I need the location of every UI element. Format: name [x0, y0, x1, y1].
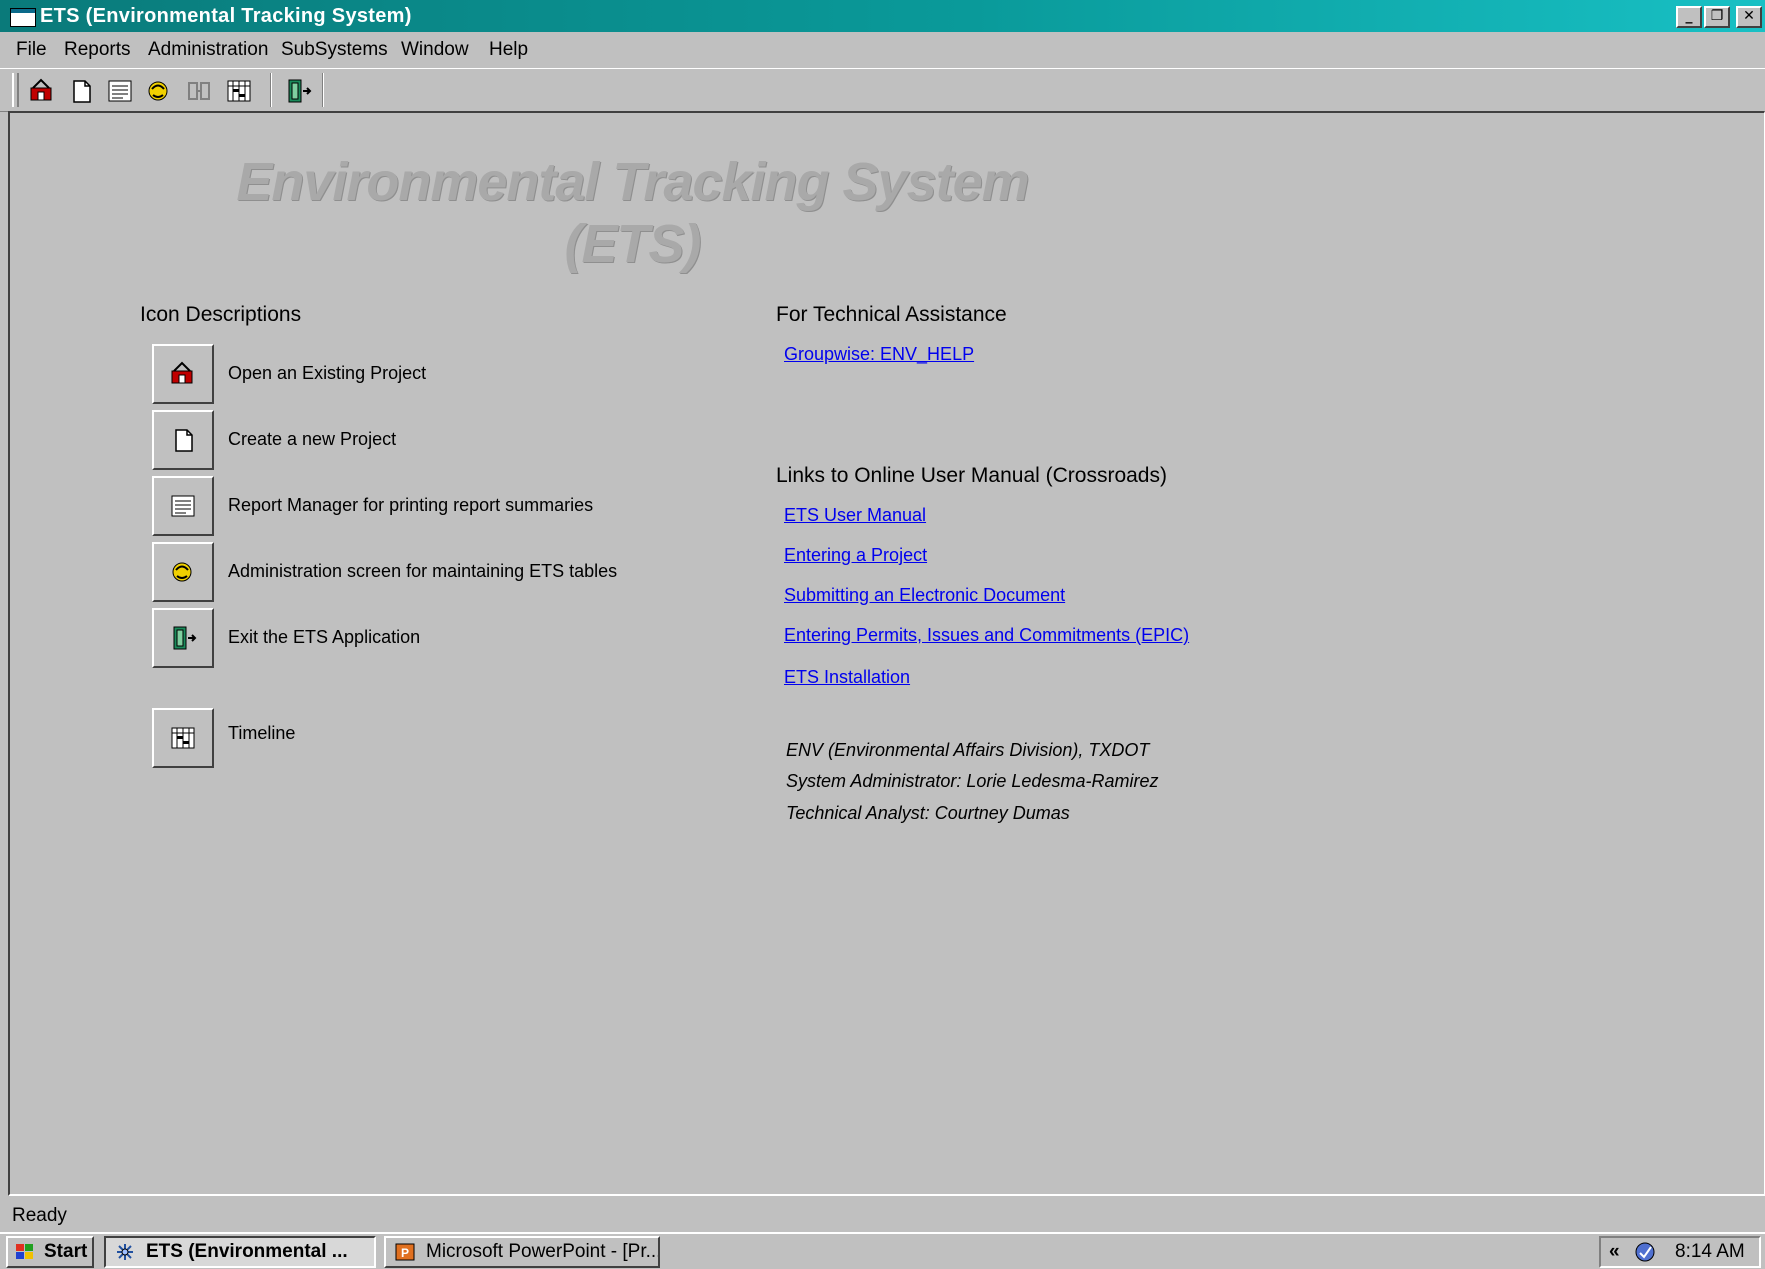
menu-reports[interactable]: Reports	[64, 39, 131, 61]
open-project-icon	[171, 361, 193, 384]
app-window-icon[interactable]	[10, 8, 36, 27]
exit-button[interactable]	[152, 608, 214, 668]
tray-chevron[interactable]: «	[1609, 1241, 1620, 1263]
window-title: ETS (Environmental Tracking System)	[40, 5, 412, 27]
icon-description-label: Open an Existing Project	[228, 363, 427, 383]
ets-app-icon	[117, 1244, 133, 1260]
start-button[interactable]: Start	[6, 1236, 94, 1268]
administration-icon	[172, 562, 192, 582]
toolbar-separator	[322, 73, 324, 107]
entering-project-link[interactable]: Entering a Project	[784, 545, 927, 566]
icon-description-label: Administration screen for maintaining ET…	[228, 561, 618, 581]
banner-subtitle: (ETS)	[564, 214, 702, 274]
main-content: Environmental Tracking System (ETS) Icon…	[8, 111, 1765, 1196]
taskbar-item-label: Microsoft PowerPoint - [Pr...	[426, 1241, 660, 1262]
menu-help[interactable]: Help	[489, 39, 528, 61]
exit-icon[interactable]	[283, 76, 313, 106]
icon-description-label: Timeline	[228, 723, 296, 743]
toolbar-grip[interactable]	[12, 73, 19, 107]
windows-logo-icon	[16, 1244, 33, 1259]
menu-bar: File Reports Administration SubSystems W…	[0, 32, 1765, 68]
credit-technical-analyst: Technical Analyst: Courtney Dumas	[786, 803, 1070, 823]
system-tray: « 8:14 AM	[1599, 1236, 1761, 1268]
new-project-icon	[175, 429, 193, 452]
timeline-button[interactable]	[152, 708, 214, 768]
report-manager-button[interactable]	[152, 476, 214, 536]
menu-administration[interactable]: Administration	[148, 39, 268, 61]
entering-permits-link[interactable]: Entering Permits, Issues and Commitments…	[784, 625, 1189, 646]
open-project-button[interactable]	[152, 344, 214, 404]
toolbar-separator	[270, 73, 272, 107]
exit-icon	[173, 626, 197, 650]
subsystems-icon[interactable]	[184, 76, 214, 106]
report-manager-icon[interactable]	[105, 76, 135, 106]
menu-subsystems[interactable]: SubSystems	[281, 39, 388, 61]
icon-descriptions-heading: Icon Descriptions	[140, 303, 302, 326]
technical-assistance-heading: For Technical Assistance	[776, 303, 1007, 326]
start-label: Start	[44, 1241, 88, 1262]
banner-title: Environmental Tracking System	[236, 152, 1029, 212]
close-button[interactable]: ✕	[1736, 6, 1762, 28]
manual-links-heading: Links to Online User Manual (Crossroads)	[776, 464, 1167, 487]
timeline-icon[interactable]	[224, 76, 254, 106]
ets-installation-link[interactable]: ETS Installation	[784, 667, 910, 688]
taskbar-item-label: ETS (Environmental ...	[146, 1241, 348, 1262]
svg-text:P: P	[401, 1246, 409, 1260]
menu-file[interactable]: File	[16, 39, 47, 61]
toolbar	[0, 68, 1765, 112]
open-project-icon[interactable]	[27, 76, 57, 106]
administration-button[interactable]	[152, 542, 214, 602]
icon-description-label: Create a new Project	[228, 429, 397, 449]
taskbar-item-powerpoint[interactable]: P Microsoft PowerPoint - [Pr...	[384, 1236, 660, 1268]
status-text: Ready	[12, 1205, 67, 1226]
clock[interactable]: 8:14 AM	[1675, 1241, 1745, 1263]
credit-system-administrator: System Administrator: Lorie Ledesma-Rami…	[786, 771, 1159, 791]
report-manager-icon	[171, 495, 195, 517]
new-project-icon[interactable]	[66, 76, 96, 106]
minimize-button[interactable]: _	[1676, 6, 1702, 28]
icon-description-label: Report Manager for printing report summa…	[228, 495, 594, 515]
groupwise-help-link[interactable]: Groupwise: ENV_HELP	[784, 344, 974, 365]
icon-description-label: Exit the ETS Application	[228, 627, 421, 647]
timeline-icon	[171, 727, 195, 749]
taskbar: Start ETS (Environmental ... P Microsoft…	[0, 1232, 1765, 1269]
new-project-button[interactable]	[152, 410, 214, 470]
credit-division: ENV (Environmental Affairs Division), TX…	[786, 740, 1150, 760]
network-tray-icon[interactable]	[1633, 1241, 1657, 1263]
restore-button[interactable]: ❐	[1704, 6, 1730, 28]
administration-icon[interactable]	[144, 76, 174, 106]
taskbar-item-ets[interactable]: ETS (Environmental ...	[104, 1236, 376, 1268]
submitting-document-link[interactable]: Submitting an Electronic Document	[784, 585, 1065, 606]
powerpoint-icon: P	[395, 1243, 415, 1261]
status-bar: Ready	[0, 1198, 1765, 1232]
ets-user-manual-link[interactable]: ETS User Manual	[784, 505, 926, 526]
title-bar[interactable]: ETS (Environmental Tracking System) _ ❐ …	[0, 0, 1765, 32]
menu-window[interactable]: Window	[401, 39, 469, 61]
